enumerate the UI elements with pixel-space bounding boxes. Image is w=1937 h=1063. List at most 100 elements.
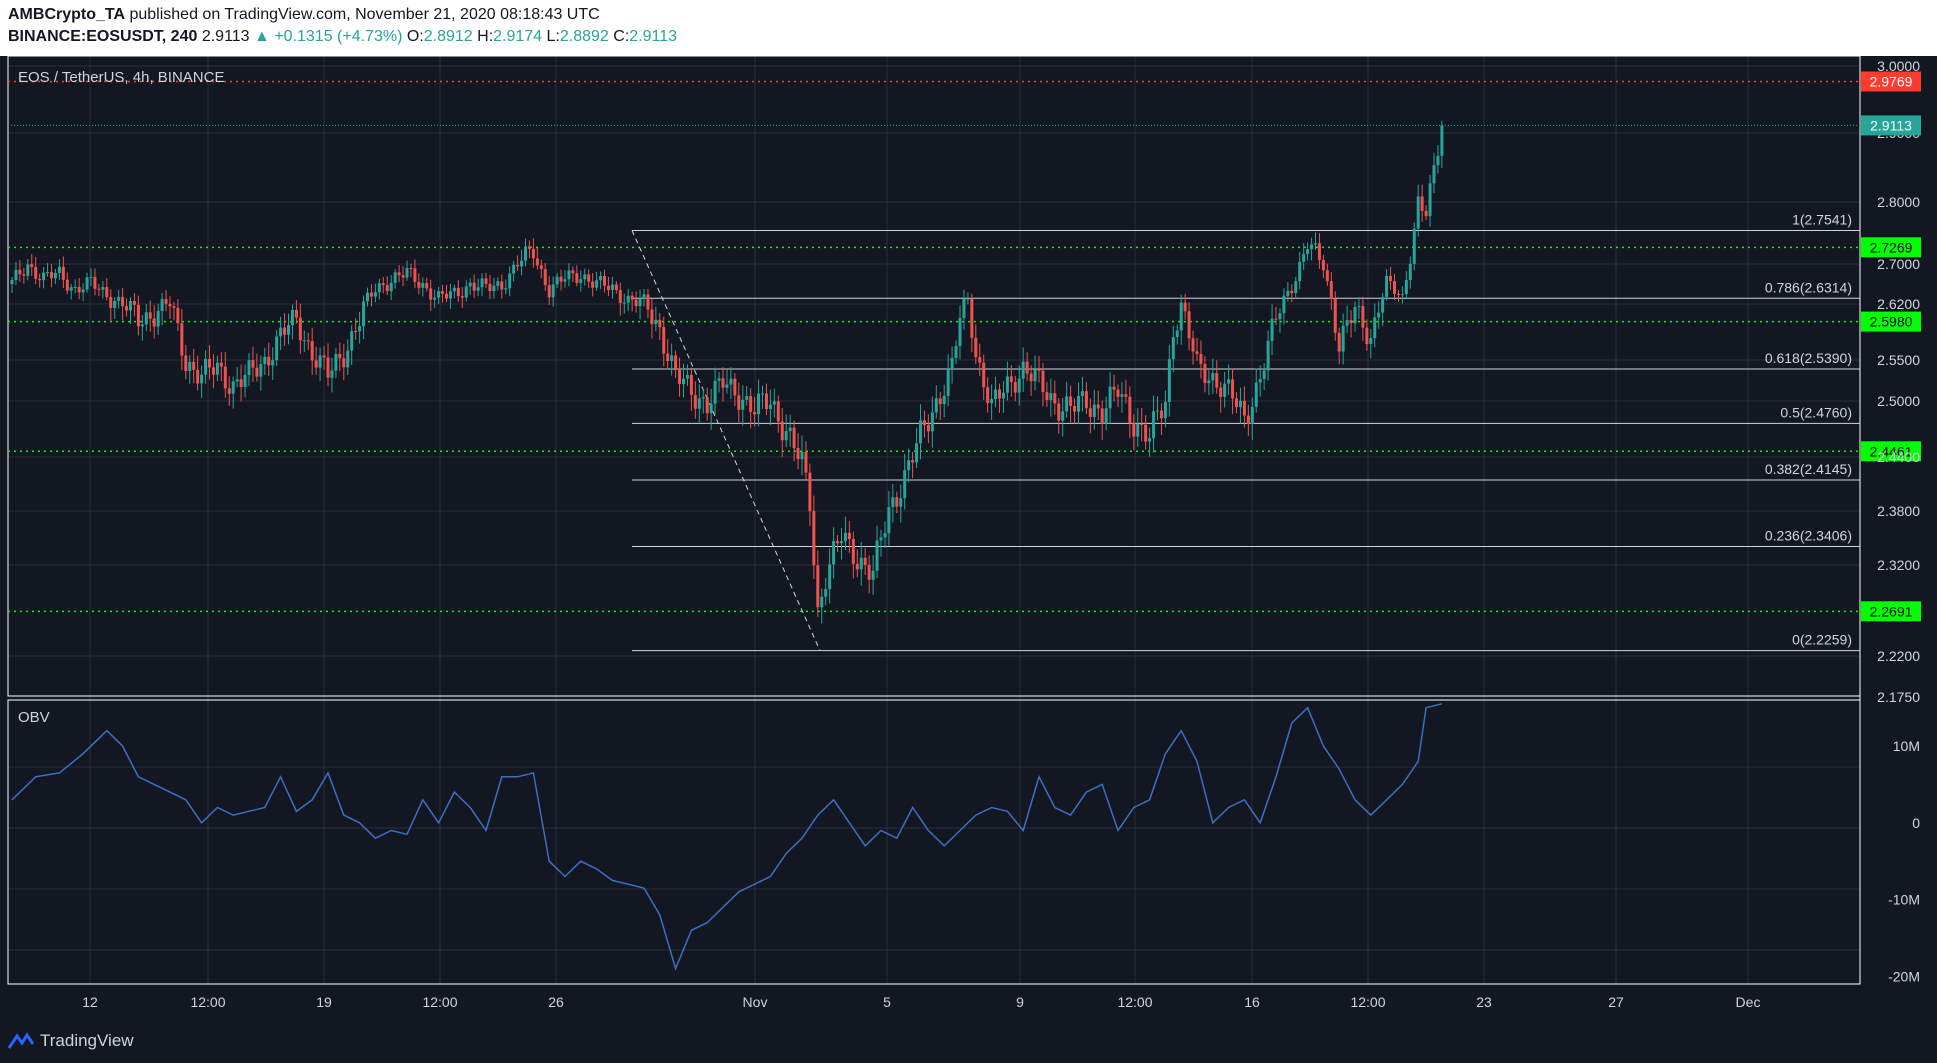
candle-body: [318, 355, 322, 368]
candle-body: [520, 260, 524, 267]
candle-body: [251, 360, 255, 368]
chart-title: EOS / TetherUS, 4h, BINANCE: [18, 69, 224, 86]
candle-body: [219, 362, 223, 367]
candle-body: [840, 541, 843, 544]
fib-level-label: 1(2.7541): [1792, 211, 1852, 227]
candle-body: [820, 596, 824, 608]
candle-body: [855, 563, 859, 570]
footer: TradingView: [0, 1018, 1937, 1063]
candle-body: [176, 307, 180, 324]
obv-axis[interactable]: 10M 0 -10M -20M: [1888, 738, 1920, 984]
candle-body: [867, 565, 871, 580]
candle-body: [10, 280, 14, 284]
candle-body: [1298, 261, 1302, 282]
candle-body: [1009, 376, 1013, 383]
candle-body: [685, 374, 689, 379]
candle-body: [859, 557, 863, 570]
candle-body: [57, 266, 61, 273]
candle-body: [1207, 380, 1211, 384]
candle-body: [417, 281, 421, 288]
candle-body: [409, 267, 413, 269]
candle-body: [535, 258, 539, 266]
time-tick: 12: [82, 994, 98, 1010]
candle-body: [215, 362, 219, 375]
candle-body: [239, 379, 243, 388]
candle-body: [753, 411, 757, 415]
candle-body: [1057, 403, 1061, 421]
candle-body: [591, 281, 595, 288]
candle-body: [448, 291, 452, 299]
candle-body: [587, 274, 591, 282]
candle-body: [571, 270, 575, 274]
candle-body: [1100, 408, 1104, 424]
level-label: 2.9769: [1870, 73, 1913, 89]
time-tick: 27: [1608, 994, 1624, 1010]
candle-body: [986, 387, 990, 404]
candle-body: [1041, 370, 1045, 393]
price-tick: 2.7000: [1877, 256, 1920, 272]
time-tick: 9: [1016, 994, 1024, 1010]
candle-body: [1416, 196, 1420, 229]
candle-body: [413, 268, 417, 282]
candle-body: [125, 306, 129, 311]
candle-body: [101, 286, 105, 290]
fibonacci-retracement[interactable]: 1(2.7541) 0.786(2.6314) 0.618(2.5390) 0.5(2…: [631, 211, 1860, 652]
candle-body: [429, 288, 433, 300]
candle-body: [1049, 393, 1053, 401]
price-axis[interactable]: 2.97692.72692.59802.44612.26913.00002.90…: [1861, 58, 1921, 705]
candle-body: [1436, 155, 1440, 166]
candle-body: [346, 350, 350, 368]
candle-body: [109, 297, 113, 308]
candle-body: [701, 397, 705, 399]
candle-body: [990, 399, 994, 404]
candle-body: [942, 395, 946, 405]
fib-level-label: 0(2.2259): [1792, 632, 1852, 648]
candle-body: [1223, 383, 1227, 397]
obv-line: [11, 703, 1443, 971]
candle-body: [1377, 312, 1381, 318]
candle-body: [938, 398, 942, 405]
candle-body: [646, 294, 650, 310]
candle-body: [618, 290, 622, 303]
tradingview-brand[interactable]: TradingView: [40, 1031, 134, 1051]
candle-body: [1290, 290, 1294, 294]
candle-body: [1037, 369, 1041, 371]
candle-body: [800, 452, 804, 460]
candle-body: [642, 294, 646, 299]
candle-body: [563, 279, 567, 282]
time-axis[interactable]: 12 12:00 19 12:00 26 Nov 5 9 12:00 16 12:00 23 27 Dec: [82, 994, 1760, 1010]
price-tick: 3.0000: [1877, 58, 1920, 74]
candle-body: [709, 403, 713, 414]
candle-body: [1124, 394, 1128, 397]
candle-body: [764, 393, 768, 410]
candle-body: [626, 295, 630, 303]
candle-body: [192, 361, 196, 370]
candle-body: [247, 360, 251, 376]
candle-body: [243, 375, 247, 388]
publish-line: AMBCrypto_TA published on TradingView.co…: [8, 6, 600, 24]
candle-body: [26, 264, 30, 276]
candle-body: [1420, 196, 1424, 211]
time-tick: 12:00: [1350, 994, 1385, 1010]
candle-body: [974, 337, 978, 358]
chart-area[interactable]: 1(2.7541) 0.786(2.6314) 0.618(2.5390) 0.5(2…: [0, 56, 1937, 1018]
candle-body: [1412, 228, 1416, 264]
candle-body: [472, 282, 476, 291]
candle-body: [1321, 260, 1325, 271]
tradingview-logo-icon[interactable]: [8, 1032, 34, 1050]
candle-body: [437, 291, 441, 298]
symbol-line: BINANCE:EOSUSDT, 240 2.9113 ▲ +0.1315 (+…: [8, 28, 677, 46]
candle-body: [1266, 340, 1270, 371]
publisher-name[interactable]: AMBCrypto_TA: [8, 6, 125, 23]
candle-body: [164, 299, 168, 304]
candle-body: [512, 264, 516, 274]
candle-body: [18, 269, 22, 275]
candle-body: [1400, 294, 1404, 296]
candle-body: [1404, 279, 1408, 295]
candle-body: [73, 286, 77, 288]
candle-body: [1069, 396, 1073, 406]
candle-body: [314, 360, 318, 368]
candle-body: [851, 538, 855, 564]
candle-body: [456, 287, 460, 297]
candle-body: [1211, 373, 1215, 381]
